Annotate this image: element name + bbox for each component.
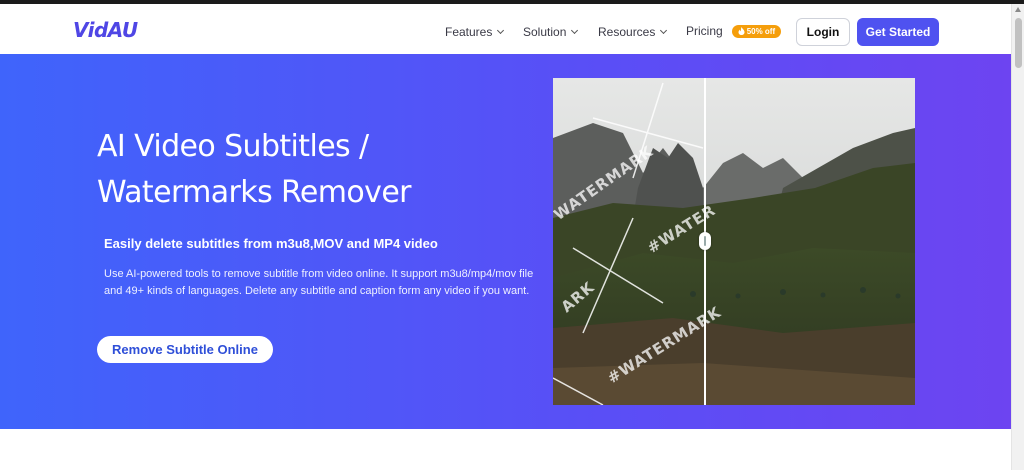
login-button[interactable]: Login: [796, 18, 850, 46]
scrollbar-thumb[interactable]: [1015, 18, 1022, 68]
page-scrollbar[interactable]: [1011, 4, 1024, 470]
scroll-up-arrow-icon[interactable]: [1015, 7, 1021, 12]
nav-item-resources[interactable]: Resources: [598, 25, 668, 39]
vidau-logo[interactable]: VidAU: [73, 18, 138, 42]
nav-item-pricing-label: Pricing: [686, 24, 723, 38]
nav-item-solution-label: Solution: [523, 25, 567, 39]
discount-badge: 50% off: [731, 24, 782, 38]
nav-item-features[interactable]: Features: [445, 25, 505, 39]
chevron-down-icon: [571, 26, 579, 35]
comparison-slider-handle[interactable]: [699, 232, 711, 250]
hero-description: Use AI-powered tools to remove subtitle …: [104, 268, 534, 297]
nav-item-solution[interactable]: Solution: [523, 25, 579, 39]
fire-icon: [738, 27, 745, 35]
before-after-comparison[interactable]: WATERMARK #WATER ARK #WATERMARK: [553, 78, 915, 405]
hero-title: AI Video Subtitles / Watermarks Remover: [97, 129, 412, 210]
nav-item-resources-label: Resources: [598, 25, 656, 39]
hero-section: AI Video Subtitles / Watermarks Remover …: [0, 54, 1011, 429]
nav-item-features-label: Features: [445, 25, 493, 39]
get-started-button[interactable]: Get Started: [857, 18, 939, 46]
remove-subtitle-online-button[interactable]: Remove Subtitle Online: [97, 336, 273, 363]
chevron-down-icon: [497, 26, 505, 35]
discount-badge-text: 50% off: [746, 26, 776, 36]
hero-subtitle: Easily delete subtitles from m3u8,MOV an…: [104, 236, 438, 251]
nav-item-pricing[interactable]: Pricing 50% off: [686, 24, 782, 38]
mountain-landscape-image: [553, 78, 915, 405]
top-navigation: VidAU Features Solution Resources Pricin…: [0, 4, 1011, 54]
chevron-down-icon: [660, 26, 668, 35]
